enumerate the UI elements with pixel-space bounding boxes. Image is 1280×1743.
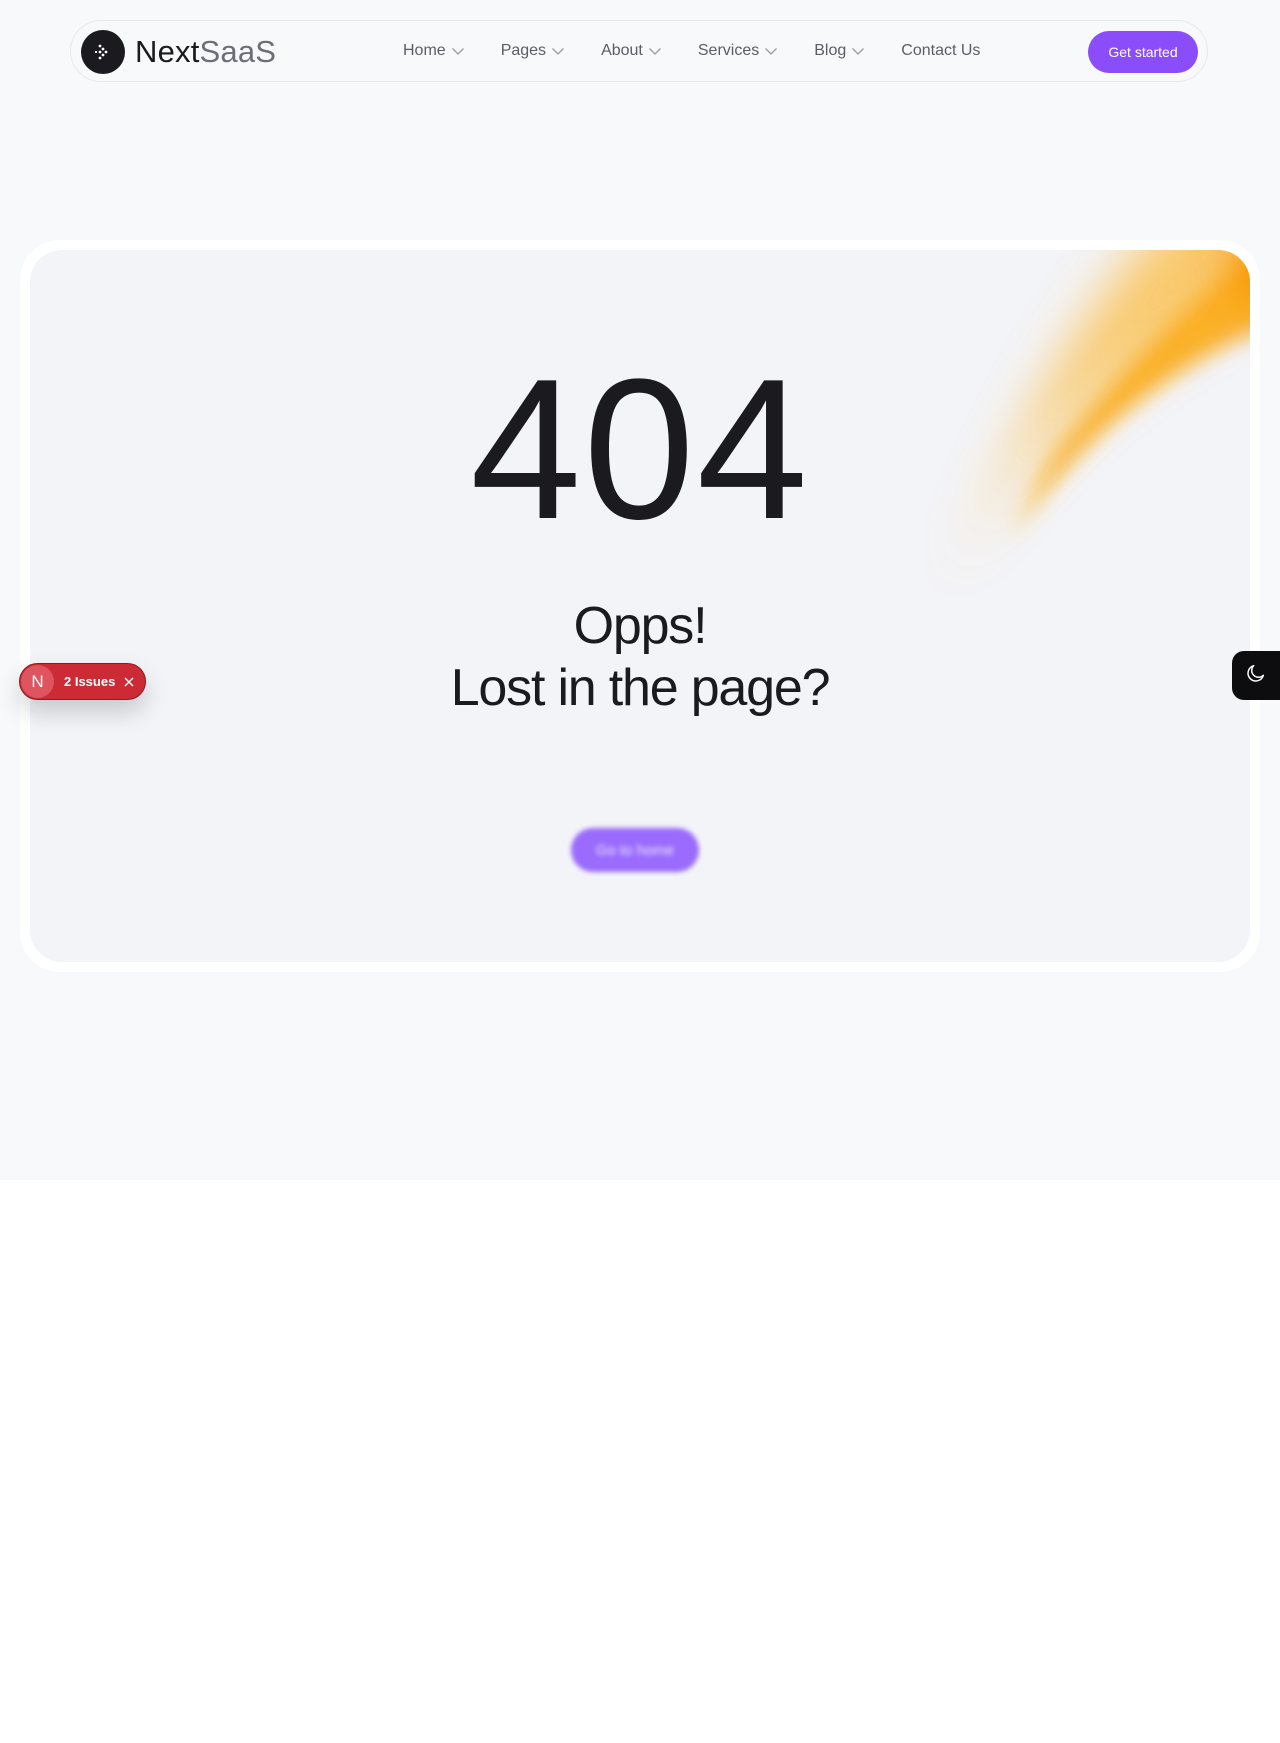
nav-item-label: About <box>601 42 643 59</box>
nav-item-pages[interactable]: Pages <box>501 42 565 60</box>
get-started-button[interactable]: Get started <box>1088 31 1198 73</box>
brand-name-part1: Next <box>135 34 200 69</box>
error-code: 404 <box>470 338 810 561</box>
nav-item-services[interactable]: Services <box>698 42 778 60</box>
nav-item-label: Services <box>697 42 760 59</box>
issues-count: 2 Issues <box>64 674 116 689</box>
chevron-down-icon <box>764 47 778 56</box>
nav-item-about[interactable]: About <box>601 42 662 60</box>
brand-name: NextSaaS <box>135 34 276 70</box>
brand-logo[interactable]: NextSaaS <box>81 30 276 74</box>
issues-initial: N <box>21 665 54 698</box>
chevron-down-icon <box>648 47 662 56</box>
brand-name-part2: SaaS <box>199 34 277 69</box>
chevron-down-icon <box>451 47 465 56</box>
issues-badge[interactable]: N 2 Issues <box>19 663 146 700</box>
nav-item-label: Blog <box>814 42 847 59</box>
theme-toggle-button[interactable] <box>1232 651 1280 700</box>
chevron-down-icon <box>851 47 865 56</box>
arrow-dots-icon <box>81 30 125 74</box>
error-message: Opps! Lost in the page? <box>30 595 1250 719</box>
nav-item-label: Contact Us <box>901 42 981 59</box>
close-icon[interactable] <box>124 677 134 687</box>
nav-item-home[interactable]: Home <box>403 42 465 60</box>
moon-icon <box>1245 662 1267 689</box>
go-home-button[interactable]: Go to home <box>571 828 699 872</box>
main-nav: Home Pages About Services Blog Contact U… <box>403 21 980 81</box>
chevron-down-icon <box>551 47 565 56</box>
navbar: NextSaaS Home Pages About Services Blog … <box>70 20 1208 82</box>
nav-item-label: Home <box>403 42 446 59</box>
nav-item-contact-us[interactable]: Contact Us <box>901 42 980 60</box>
nav-item-blog[interactable]: Blog <box>814 42 865 60</box>
error-title: Opps! <box>573 597 708 655</box>
nav-item-label: Pages <box>500 42 547 59</box>
error-card: 404 Opps! Lost in the page? Go to home <box>30 250 1250 962</box>
error-subtitle: Lost in the page? <box>450 659 831 717</box>
